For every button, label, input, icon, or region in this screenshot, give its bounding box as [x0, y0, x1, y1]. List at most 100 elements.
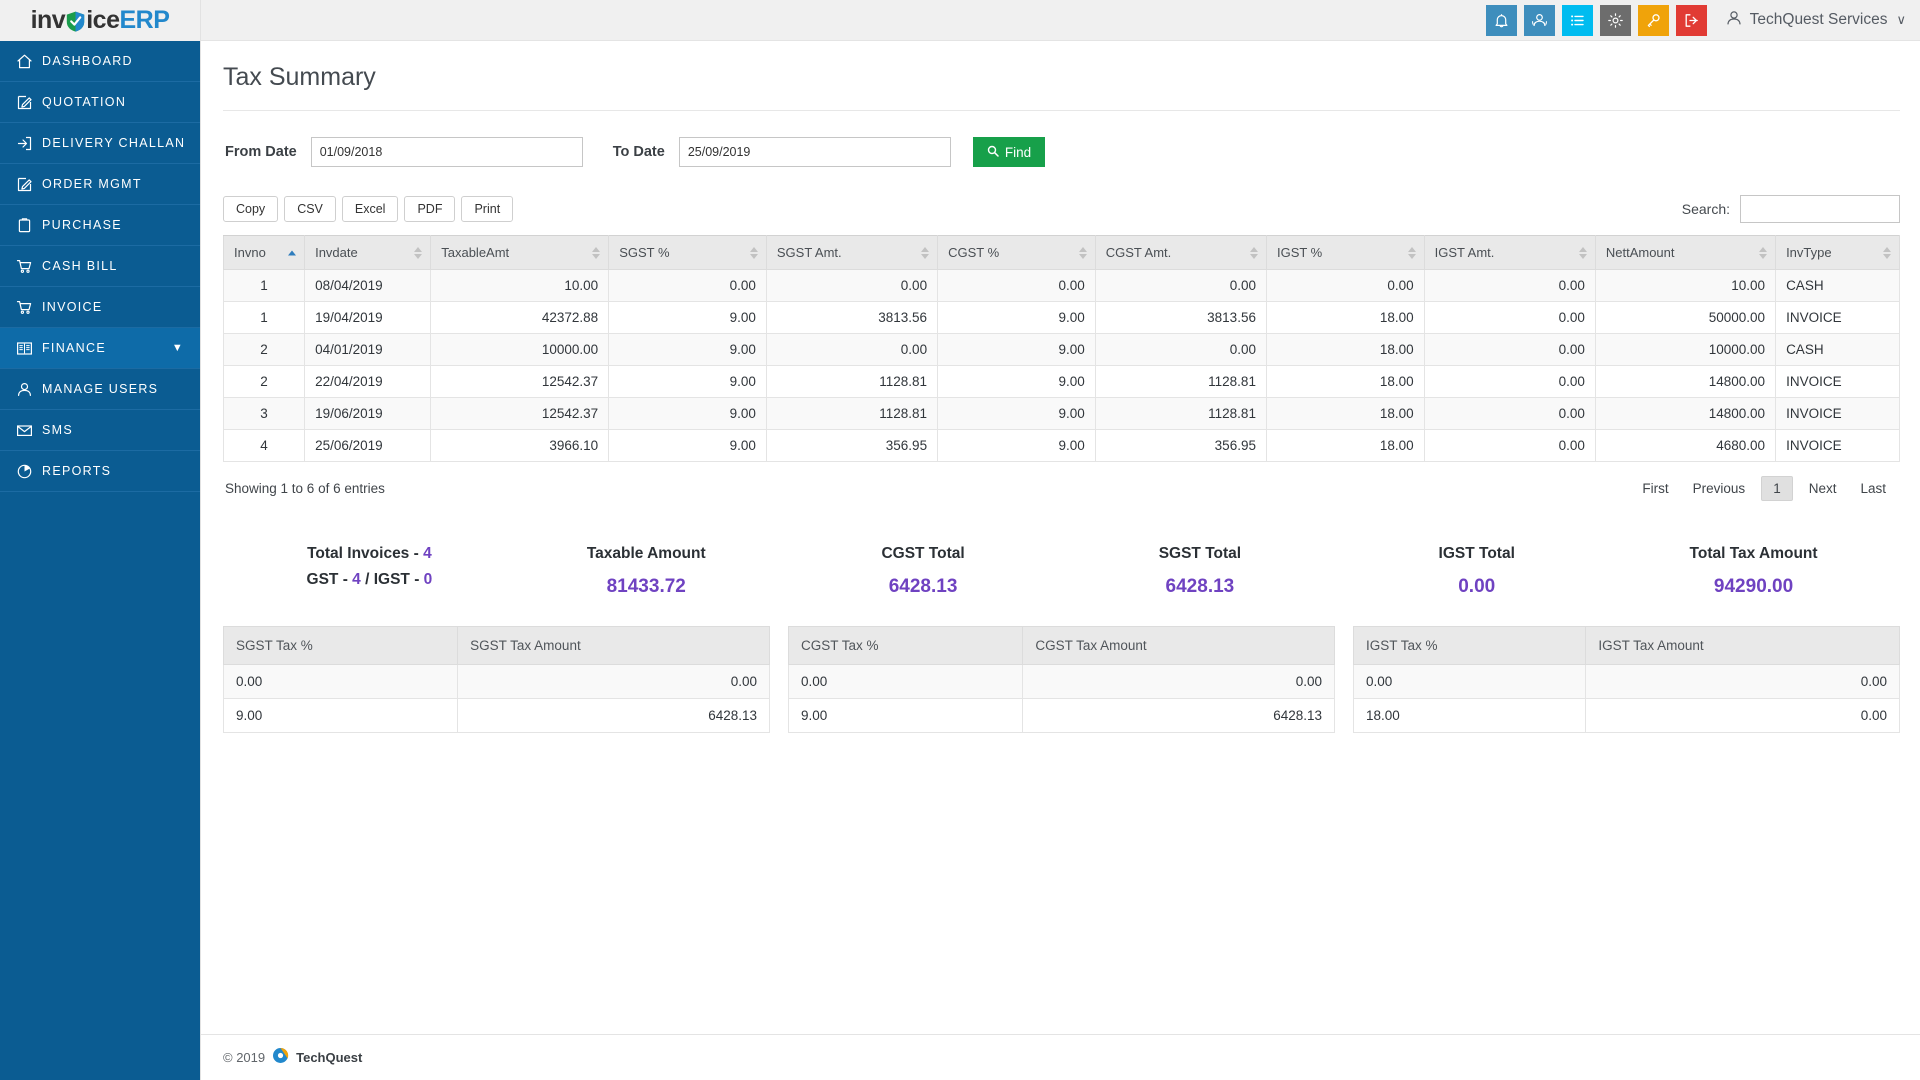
col-sgst-pct[interactable]: SGST % — [608, 235, 767, 270]
list-button[interactable] — [1561, 4, 1593, 36]
cell-taxableamt: 12542.37 — [430, 365, 610, 398]
notifications-button[interactable] — [1485, 4, 1517, 36]
tax-summary-table: Invno Invdate TaxableAmt SGST % SGST Amt… — [222, 235, 1900, 462]
copy-button[interactable]: Copy — [223, 196, 279, 222]
clipboard-icon — [16, 217, 42, 234]
table-row[interactable]: 3 19/06/2019 12542.37 9.00 1128.81 9.00 … — [222, 397, 1900, 430]
cell-taxableamt: 12542.37 — [430, 397, 610, 430]
password-button[interactable] — [1637, 4, 1669, 36]
page-last-button[interactable]: Last — [1848, 476, 1898, 501]
sidebar-label: INVOICE — [42, 300, 103, 314]
page-first-button[interactable]: First — [1630, 476, 1680, 501]
sort-icon — [414, 246, 423, 259]
cell-nettamount: 14800.00 — [1594, 365, 1777, 398]
col-label: Invno — [234, 245, 266, 260]
sidebar-label: QUOTATION — [42, 95, 127, 109]
cell-nettamount: 10.00 — [1594, 269, 1777, 302]
settings-button[interactable] — [1599, 4, 1631, 36]
col-invtype[interactable]: InvType — [1775, 235, 1900, 270]
col-cgst-amt[interactable]: CGST Amt. — [1094, 235, 1267, 270]
user-menu[interactable]: TechQuest Services ∨ — [1725, 9, 1906, 32]
cell-cgst-pct: 9.00 — [937, 333, 1096, 366]
page-previous-button[interactable]: Previous — [1681, 476, 1758, 501]
logout-button[interactable] — [1675, 4, 1707, 36]
cell-cgst-amt: 0.00 — [1094, 269, 1267, 302]
sidebar-item-dashboard[interactable]: DASHBOARD — [0, 41, 200, 82]
table-row[interactable]: 2 04/01/2019 10000.00 9.00 0.00 9.00 0.0… — [222, 333, 1900, 366]
sidebar-item-order-mgmt[interactable]: ORDER MGMT — [0, 164, 200, 205]
date-filter-bar: From Date To Date Find — [223, 111, 1900, 189]
cell-nettamount: 10000.00 — [1594, 333, 1777, 366]
cell-invno: 1 — [222, 301, 306, 334]
cell-invtype: CASH — [1775, 269, 1900, 302]
excel-button[interactable]: Excel — [341, 196, 399, 222]
list-icon — [1569, 12, 1586, 29]
brand-part-3: ERP — [119, 6, 170, 34]
col-sgst-amt[interactable]: SGST Amt. — [765, 235, 939, 270]
igst-total-label: IGST Total — [1438, 545, 1515, 562]
sidebar-label: ORDER MGMT — [42, 177, 142, 191]
users-button[interactable] — [1523, 4, 1555, 36]
page-next-button[interactable]: Next — [1797, 476, 1849, 501]
sgst-pct-cell: 9.00 — [222, 698, 459, 734]
sidebar-item-reports[interactable]: REPORTS — [0, 451, 200, 492]
table-row[interactable]: 2 22/04/2019 12542.37 9.00 1128.81 9.00 … — [222, 365, 1900, 398]
cell-invtype: INVOICE — [1775, 301, 1900, 334]
cell-invdate: 04/01/2019 — [304, 333, 432, 366]
taxable-amount-value: 81433.72 — [606, 576, 686, 598]
cell-invdate: 19/04/2019 — [304, 301, 432, 334]
cell-nettamount: 14800.00 — [1594, 397, 1777, 430]
sidebar-item-sms[interactable]: SMS — [0, 410, 200, 451]
sgst-breakdown-table: SGST Tax % SGST Tax Amount 0.00 0.00 9.0… — [222, 626, 770, 734]
to-date-input[interactable] — [678, 137, 951, 167]
tax-header-row: SGST Tax % SGST Tax Amount — [222, 626, 770, 666]
table-row[interactable]: 1 08/04/2019 10.00 0.00 0.00 0.00 0.00 0… — [222, 269, 1900, 302]
cell-invno: 1 — [222, 269, 306, 302]
col-taxableamt[interactable]: TaxableAmt — [430, 235, 610, 270]
page-number-button[interactable]: 1 — [1761, 476, 1793, 501]
csv-button[interactable]: CSV — [284, 196, 336, 222]
table-row[interactable]: 1 19/04/2019 42372.88 9.00 3813.56 9.00 … — [222, 301, 1900, 334]
col-invno[interactable]: Invno — [222, 235, 306, 270]
book-icon — [16, 340, 42, 357]
brand-logo[interactable]: inv ice ERP — [0, 0, 200, 41]
cell-sgst-pct: 9.00 — [608, 301, 767, 334]
gst-separator: / IGST - — [360, 571, 424, 589]
sidebar-item-cash-bill[interactable]: CASH BILL — [0, 246, 200, 287]
col-igst-pct[interactable]: IGST % — [1265, 235, 1425, 270]
from-date-input[interactable] — [310, 137, 583, 167]
pdf-button[interactable]: PDF — [404, 196, 456, 222]
igst-pct-cell: 18.00 — [1352, 698, 1587, 734]
cell-cgst-amt: 356.95 — [1094, 429, 1267, 462]
total-tax-amount-label: Total Tax Amount — [1689, 545, 1818, 562]
col-igst-amt[interactable]: IGST Amt. — [1423, 235, 1596, 270]
chevron-down-icon: ▼ — [171, 342, 184, 354]
total-invoices-block: Total Invoices - 4 GST - 4 / IGST - 0 — [231, 541, 508, 594]
col-label: SGST % — [619, 245, 670, 260]
col-nettamount[interactable]: NettAmount — [1594, 235, 1777, 270]
print-button[interactable]: Print — [461, 196, 514, 222]
sidebar-item-delivery-challan[interactable]: DELIVERY CHALLAN — [0, 123, 200, 164]
key-icon — [1645, 12, 1662, 29]
col-cgst-pct[interactable]: CGST % — [937, 235, 1096, 270]
cell-invtype: INVOICE — [1775, 365, 1900, 398]
col-invdate[interactable]: Invdate — [304, 235, 432, 270]
table-row[interactable]: 4 25/06/2019 3966.10 9.00 356.95 9.00 35… — [222, 429, 1900, 462]
sidebar-item-finance[interactable]: FINANCE ▼ — [0, 328, 200, 369]
top-header: TechQuest Services ∨ — [201, 0, 1920, 41]
cell-nettamount: 50000.00 — [1594, 301, 1777, 334]
sidebar-item-manage-users[interactable]: MANAGE USERS — [0, 369, 200, 410]
sidebar-item-quotation[interactable]: QUOTATION — [0, 82, 200, 123]
find-button[interactable]: Find — [972, 137, 1046, 167]
to-date-label: To Date — [612, 144, 665, 160]
sidebar-item-invoice[interactable]: INVOICE — [0, 287, 200, 328]
sgst-total-label: SGST Total — [1158, 545, 1242, 562]
col-label: CGST Amt. — [1105, 245, 1172, 260]
table-head: Invno Invdate TaxableAmt SGST % SGST Amt… — [222, 235, 1900, 270]
search-input[interactable] — [1740, 195, 1900, 223]
table-toolbar: Copy CSV Excel PDF Print Search: — [223, 195, 1900, 223]
sidebar-item-purchase[interactable]: PURCHASE — [0, 205, 200, 246]
tax-breakdown-tables: SGST Tax % SGST Tax Amount 0.00 0.00 9.0… — [222, 626, 1900, 734]
search-label: Search: — [1681, 201, 1730, 217]
gst-split-line: GST - 4 / IGST - 0 — [231, 567, 508, 593]
